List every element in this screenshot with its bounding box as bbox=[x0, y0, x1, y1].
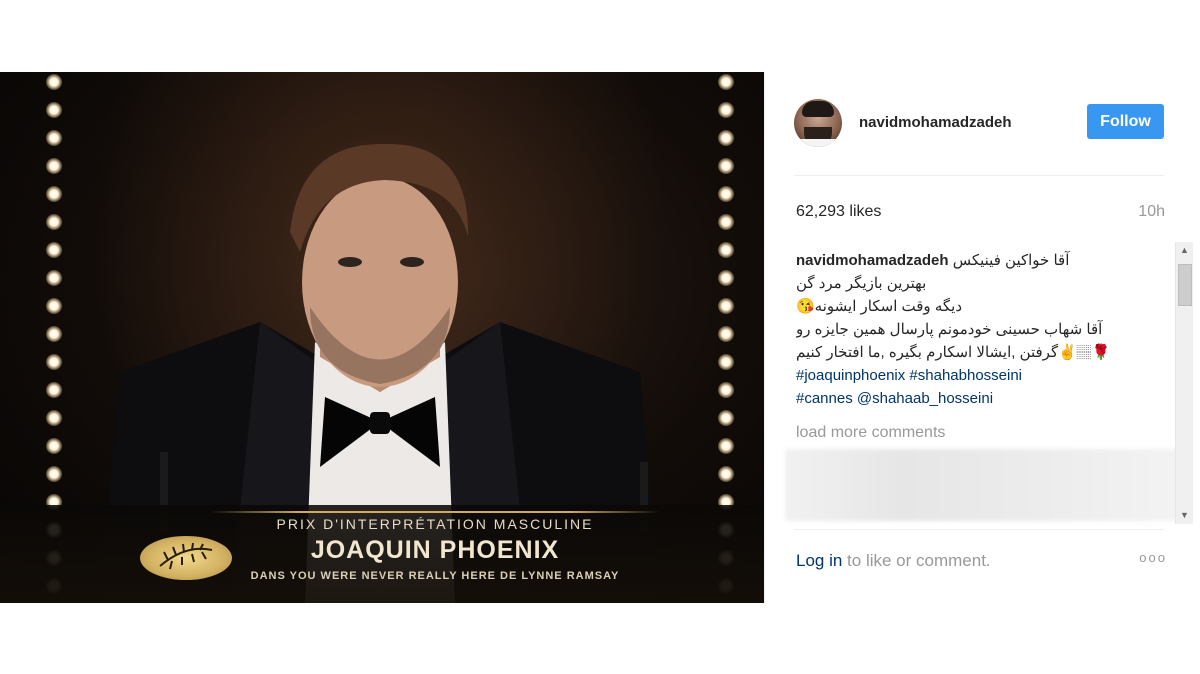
scroll-up-icon[interactable]: ▲ bbox=[1176, 242, 1193, 259]
post-time[interactable]: 10h bbox=[1138, 203, 1165, 221]
caption-text-line: آقا شهاب حسینی خودمونم پارسال همین جایزه… bbox=[796, 321, 1103, 338]
login-link[interactable]: Log in bbox=[796, 551, 842, 570]
caption-text-line: دیگه وقت اسکار ایشونه😘 bbox=[796, 298, 963, 315]
actor-name: JOAQUIN PHOENIX bbox=[310, 536, 560, 564]
caption-hashtags[interactable]: #cannes @shahaab_hosseini bbox=[796, 387, 1176, 410]
film-line: DANS YOU WERE NEVER REALLY HERE DE LYNNE… bbox=[250, 570, 620, 582]
caption-text-line: 🌹🏽✌گرفتن ,ایشالا اسکارم بگیره ,ما افتخار… bbox=[796, 344, 1111, 361]
scrollbar-thumb[interactable] bbox=[1178, 264, 1192, 306]
more-options-icon[interactable]: ooo bbox=[1139, 550, 1167, 565]
likes-count[interactable]: 62,293 likes bbox=[796, 203, 881, 221]
caption-username[interactable]: navidmohamadzadeh bbox=[796, 252, 949, 269]
scroll-down-icon[interactable]: ▼ bbox=[1176, 507, 1193, 524]
caption-hashtags[interactable]: #joaquinphoenix #shahabhosseini bbox=[796, 364, 1176, 387]
post-photo[interactable]: PRIX D'INTERPRÉTATION MASCULINE JOAQUIN … bbox=[0, 72, 764, 603]
login-prompt: Log in to like or comment. bbox=[796, 551, 991, 571]
caption-text-line: بهترین بازیگر مرد گن bbox=[796, 275, 927, 292]
footer-divider bbox=[794, 529, 1164, 530]
post-side-panel: navidmohamadzadeh Follow 62,293 likes 10… bbox=[764, 72, 1200, 603]
header-divider bbox=[794, 175, 1164, 176]
caption-text-line: آقا خواکین فینیکس bbox=[952, 252, 1070, 269]
gold-line-top bbox=[210, 511, 660, 513]
comments-scrollbar[interactable]: ▲ ▼ bbox=[1175, 242, 1193, 524]
follow-button[interactable]: Follow bbox=[1087, 104, 1164, 139]
instagram-post: PRIX D'INTERPRÉTATION MASCULINE JOAQUIN … bbox=[0, 72, 1200, 603]
avatar[interactable] bbox=[794, 99, 842, 147]
caption-first-line: navidmohamadzadeh آقا خواکین فینیکس bbox=[796, 249, 1176, 272]
login-prompt-text: to like or comment. bbox=[842, 551, 991, 570]
award-title: PRIX D'INTERPRÉTATION MASCULINE bbox=[276, 516, 594, 532]
blurred-comment bbox=[785, 449, 1178, 521]
username[interactable]: navidmohamadzadeh bbox=[859, 114, 1012, 131]
load-more-comments-link[interactable]: load more comments bbox=[796, 424, 945, 442]
